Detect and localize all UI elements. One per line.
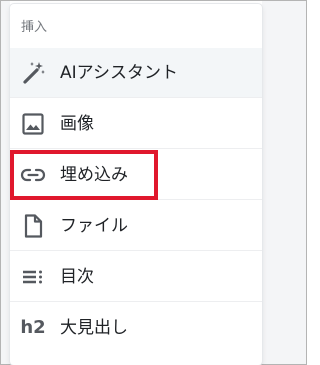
menu-item-label: ファイル	[60, 216, 128, 236]
menu-item-label: 埋め込み	[60, 165, 128, 185]
menu-item-label: 目次	[60, 267, 94, 287]
image-icon	[20, 111, 46, 137]
heading-icon-text: h2	[20, 317, 46, 338]
menu-item-ai-assistant[interactable]: AIアシスタント	[10, 48, 262, 98]
menu-item-label: AIアシスタント	[60, 63, 178, 83]
menu-item-label: 画像	[60, 114, 94, 134]
menu-item-file[interactable]: ファイル	[10, 201, 262, 251]
page-background-right	[262, 1, 306, 364]
insert-menu: 挿入 AIアシスタント 画像 埋め込み ファイル 目次 h2 大見出し	[10, 4, 262, 365]
menu-item-large-heading[interactable]: h2 大見出し	[10, 303, 262, 353]
menu-item-embed[interactable]: 埋め込み	[10, 150, 262, 200]
file-icon	[20, 213, 46, 239]
heading-h2-icon: h2	[20, 315, 46, 341]
page-background-left	[1, 1, 10, 364]
magic-wand-icon	[20, 60, 46, 86]
menu-header: 挿入	[21, 20, 48, 35]
menu-item-label: 大見出し	[60, 318, 128, 338]
table-of-contents-icon	[20, 264, 46, 290]
menu-item-image[interactable]: 画像	[10, 99, 262, 149]
menu-item-table-of-contents[interactable]: 目次	[10, 252, 262, 302]
link-icon	[20, 162, 46, 188]
